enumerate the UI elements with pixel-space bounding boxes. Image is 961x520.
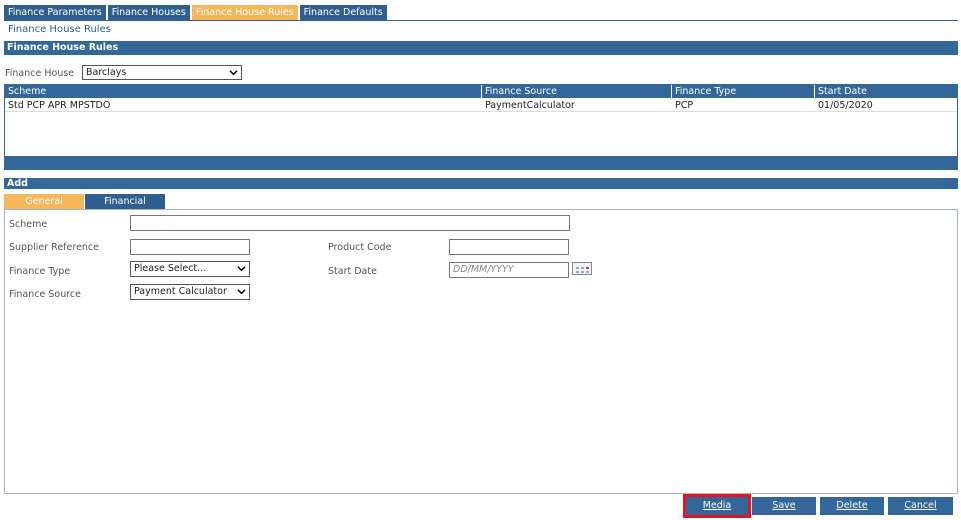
save-button[interactable]: Save (752, 497, 816, 515)
column-header-finance-type[interactable]: Finance Type (672, 85, 736, 98)
finance-source-select[interactable]: Payment Calculator (130, 284, 250, 300)
tab-finance-defaults[interactable]: Finance Defaults (299, 5, 387, 20)
section-header: Finance House Rules (4, 41, 958, 55)
delete-button[interactable]: Delete (820, 497, 884, 515)
grid-header: Scheme Finance Source Finance Type Start… (5, 85, 957, 98)
start-date-label: Start Date (328, 266, 377, 277)
finance-house-select[interactable]: Barclays (82, 65, 242, 80)
table-row[interactable]: Std PCP APR MPSTDO PaymentCalculator PCP… (5, 99, 957, 112)
start-date-input[interactable]: DD/MM/YYYY (449, 262, 569, 278)
cell-scheme: Std PCP APR MPSTDO (8, 100, 111, 111)
finance-type-value: Please Select... (134, 263, 207, 274)
chevron-down-icon (237, 266, 246, 272)
rules-grid: Scheme Finance Source Finance Type Start… (4, 84, 958, 170)
chevron-down-icon (237, 289, 246, 295)
finance-type-select[interactable]: Please Select... (130, 261, 250, 277)
product-code-input[interactable] (449, 239, 569, 255)
start-date-placeholder: DD/MM/YYYY (453, 264, 514, 275)
tab-general[interactable]: General (4, 194, 84, 209)
chevron-down-icon (229, 70, 238, 76)
scheme-input[interactable] (130, 215, 570, 231)
tab-finance-houses[interactable]: Finance Houses (107, 5, 190, 20)
tab-finance-house-rules[interactable]: Finance House Rules (191, 5, 298, 20)
column-header-start-date[interactable]: Start Date (815, 85, 867, 98)
finance-house-value: Barclays (86, 67, 127, 78)
media-button[interactable]: Media (683, 494, 751, 518)
add-section-header: Add (4, 178, 958, 189)
column-header-finance-source[interactable]: Finance Source (482, 85, 557, 98)
top-tab-bar: Finance Parameters Finance Houses Financ… (4, 5, 387, 20)
finance-source-value: Payment Calculator (134, 286, 227, 297)
cancel-button[interactable]: Cancel (888, 497, 953, 515)
cell-finance-source: PaymentCalculator (485, 100, 575, 111)
grid-footer (5, 156, 957, 169)
product-code-label: Product Code (328, 242, 392, 253)
finance-house-label: Finance House (5, 68, 75, 79)
calendar-icon[interactable] (572, 262, 592, 275)
tab-financial[interactable]: Financial (85, 194, 165, 209)
supplier-reference-input[interactable] (130, 239, 250, 255)
page-title: Finance House Rules (8, 24, 111, 35)
tab-finance-parameters[interactable]: Finance Parameters (4, 5, 106, 20)
finance-source-label: Finance Source (9, 289, 81, 300)
cell-finance-type: PCP (675, 100, 694, 111)
scheme-label: Scheme (9, 219, 48, 230)
finance-type-label: Finance Type (9, 266, 71, 277)
column-header-scheme[interactable]: Scheme (5, 85, 46, 98)
tab-divider (4, 20, 958, 21)
supplier-reference-label: Supplier Reference (9, 242, 99, 253)
cell-start-date: 01/05/2020 (818, 100, 873, 111)
